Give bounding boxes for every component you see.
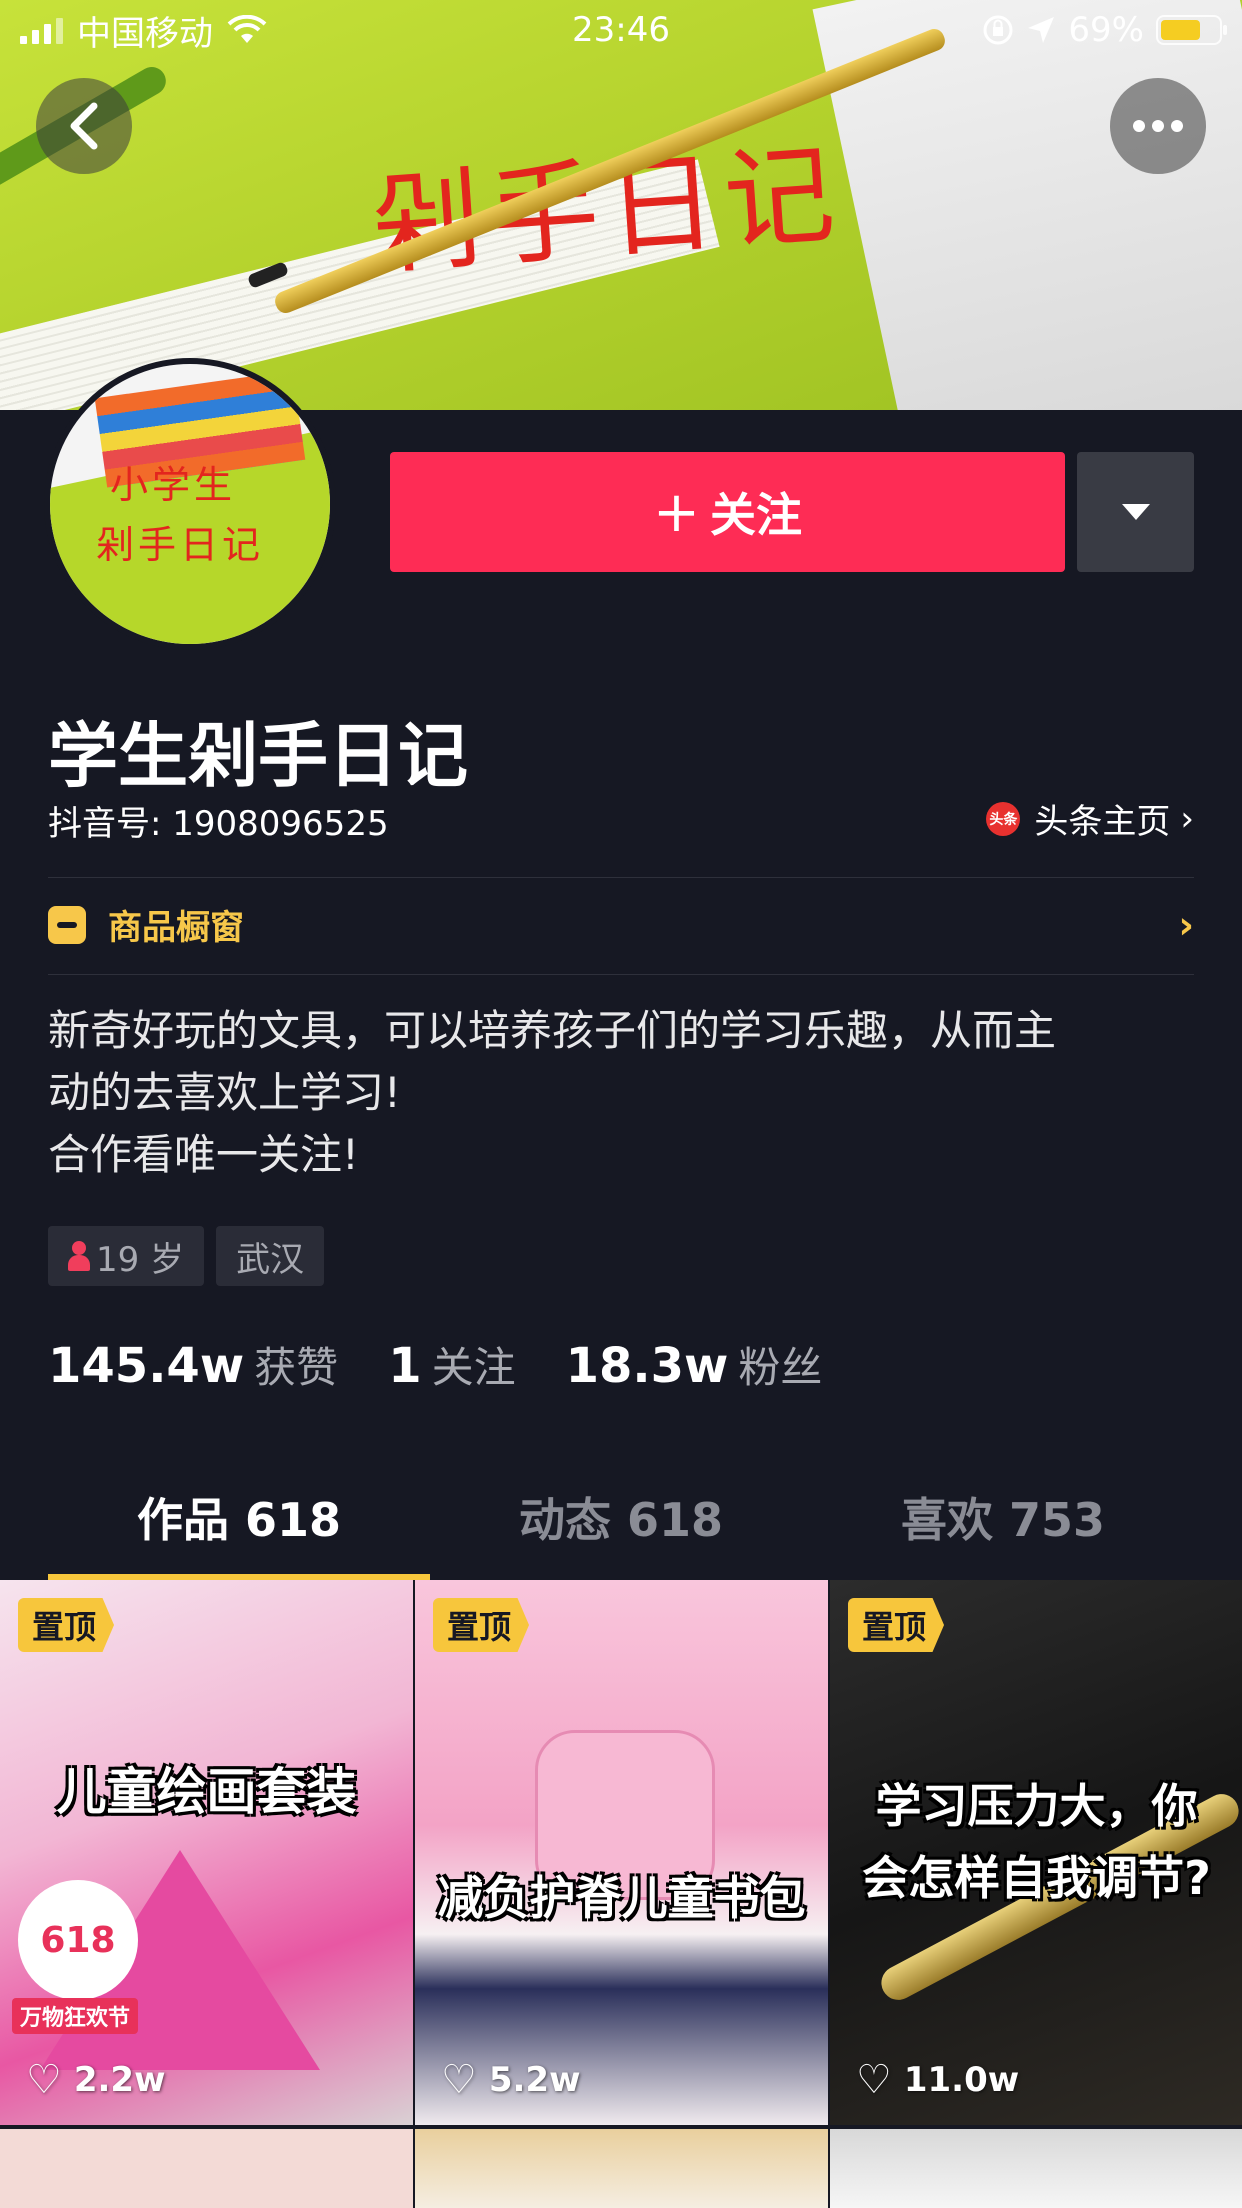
location-arrow-icon: [1028, 17, 1055, 43]
follow-label: 关注: [709, 488, 802, 542]
signal-icon: [20, 16, 63, 44]
age-tag: 19 岁: [48, 1226, 205, 1286]
profile-name: 学生剁手日记: [48, 715, 468, 797]
caret-down-icon: [1121, 504, 1150, 520]
bio-line: 动的去喜欢上学习!: [48, 1068, 401, 1117]
video-thumbnail[interactable]: [0, 2129, 413, 2208]
follow-button[interactable]: + 关注: [390, 452, 1065, 572]
divider: [48, 877, 1194, 878]
more-button[interactable]: [1110, 78, 1206, 174]
video-thumbnail[interactable]: 置顶 减负护脊儿童书包 ♡ 5.2w: [415, 1580, 828, 2125]
video-likes: ♡ 2.2w: [26, 2057, 166, 2103]
status-bar: 中国移动 23:46 69%: [0, 0, 1242, 60]
divider: [48, 974, 1194, 975]
pinned-badge: 置顶: [433, 1598, 530, 1652]
chevron-left-icon: [70, 102, 98, 150]
bio-line: 新奇好玩的文具，可以培养孩子们的学习乐趣，从而主: [48, 1006, 1057, 1055]
chevron-right-icon: ›: [1178, 902, 1194, 947]
profile-cover-image: 剁手日记: [0, 0, 1242, 410]
pinned-badge: 置顶: [18, 1598, 115, 1652]
618-badge-subtitle: 万物狂欢节: [12, 1998, 139, 2034]
avatar[interactable]: 小学生 剁手日记: [44, 358, 336, 650]
douyin-id: 抖音号: 1908096525: [48, 804, 389, 844]
video-thumbnail[interactable]: [830, 2129, 1242, 2208]
female-gender-icon: [68, 1241, 90, 1271]
toutiao-label: 头条主页: [1034, 802, 1171, 842]
following-stat[interactable]: 1 关注: [388, 1334, 515, 1395]
profile-bio: 新奇好玩的文具，可以培养孩子们的学习乐趣，从而主 动的去喜欢上学习! 合作看唯一…: [48, 1000, 1194, 1186]
video-grid: 置顶 儿童绘画套装 618 万物狂欢节 ♡ 2.2w 置顶 减负护脊儿童书包 ♡…: [0, 1580, 1242, 2208]
wifi-icon: [227, 15, 267, 43]
followers-stat[interactable]: 18.3w 粉丝: [566, 1334, 823, 1395]
heart-icon: ♡: [441, 2057, 477, 2103]
profile-tags: 19 岁 武汉: [48, 1226, 325, 1286]
battery-icon: [1156, 15, 1227, 45]
chevron-right-icon: ›: [1180, 798, 1194, 839]
video-thumbnail[interactable]: 置顶 学习压力大，你 会怎样自我调节? ♡ 11.0w: [830, 1580, 1242, 2125]
plus-icon: +: [653, 479, 700, 545]
recommend-dropdown-button[interactable]: [1077, 452, 1194, 572]
tab-activity[interactable]: 动态 618: [430, 1480, 812, 1580]
video-likes: ♡ 5.2w: [441, 2057, 581, 2103]
orientation-lock-icon: [983, 15, 1013, 45]
location-tag: 武汉: [216, 1226, 325, 1286]
video-thumbnail[interactable]: [415, 2129, 828, 2208]
avatar-text-line1: 小学生: [110, 463, 237, 507]
video-thumbnail[interactable]: 置顶 儿童绘画套装 618 万物狂欢节 ♡ 2.2w: [0, 1580, 413, 2125]
video-title: 儿童绘画套装: [56, 1763, 357, 1821]
618-badge: 618: [18, 1880, 138, 2000]
tab-likes[interactable]: 喜欢 753: [812, 1480, 1194, 1580]
shop-icon: [48, 905, 86, 944]
battery-level: [1161, 20, 1200, 40]
more-dots-icon: [1133, 120, 1183, 132]
back-button[interactable]: [36, 78, 132, 174]
product-showcase-row[interactable]: 商品橱窗 ›: [48, 900, 1194, 949]
tab-works[interactable]: 作品 618: [48, 1480, 430, 1580]
toutiao-homepage-link[interactable]: 头条 头条主页 ›: [986, 794, 1194, 843]
heart-icon: ♡: [26, 2057, 62, 2103]
heart-icon: ♡: [856, 2057, 892, 2103]
cover-title-text: 剁手日记: [366, 129, 847, 291]
toutiao-icon: 头条: [986, 801, 1021, 836]
content-tabs: 作品 618 动态 618 喜欢 753: [48, 1480, 1194, 1580]
video-title-line: 学习压力大，你: [875, 1779, 1198, 1833]
shop-label: 商品橱窗: [108, 908, 244, 948]
avatar-text-line2: 剁手日记: [96, 523, 265, 567]
pinned-badge: 置顶: [848, 1598, 945, 1652]
carrier-label: 中国移动: [77, 13, 213, 54]
video-title-line: 会怎样自我调节?: [862, 1851, 1211, 1905]
profile-stats: 145.4w 获赞 1 关注 18.3w 粉丝: [48, 1334, 872, 1395]
video-likes: ♡ 11.0w: [856, 2057, 1020, 2103]
video-title: 减负护脊儿童书包: [437, 1871, 806, 1925]
bio-line: 合作看唯一关注!: [48, 1130, 359, 1179]
battery-percent: 69%: [1068, 10, 1144, 50]
likes-stat: 145.4w 获赞: [48, 1338, 339, 1394]
